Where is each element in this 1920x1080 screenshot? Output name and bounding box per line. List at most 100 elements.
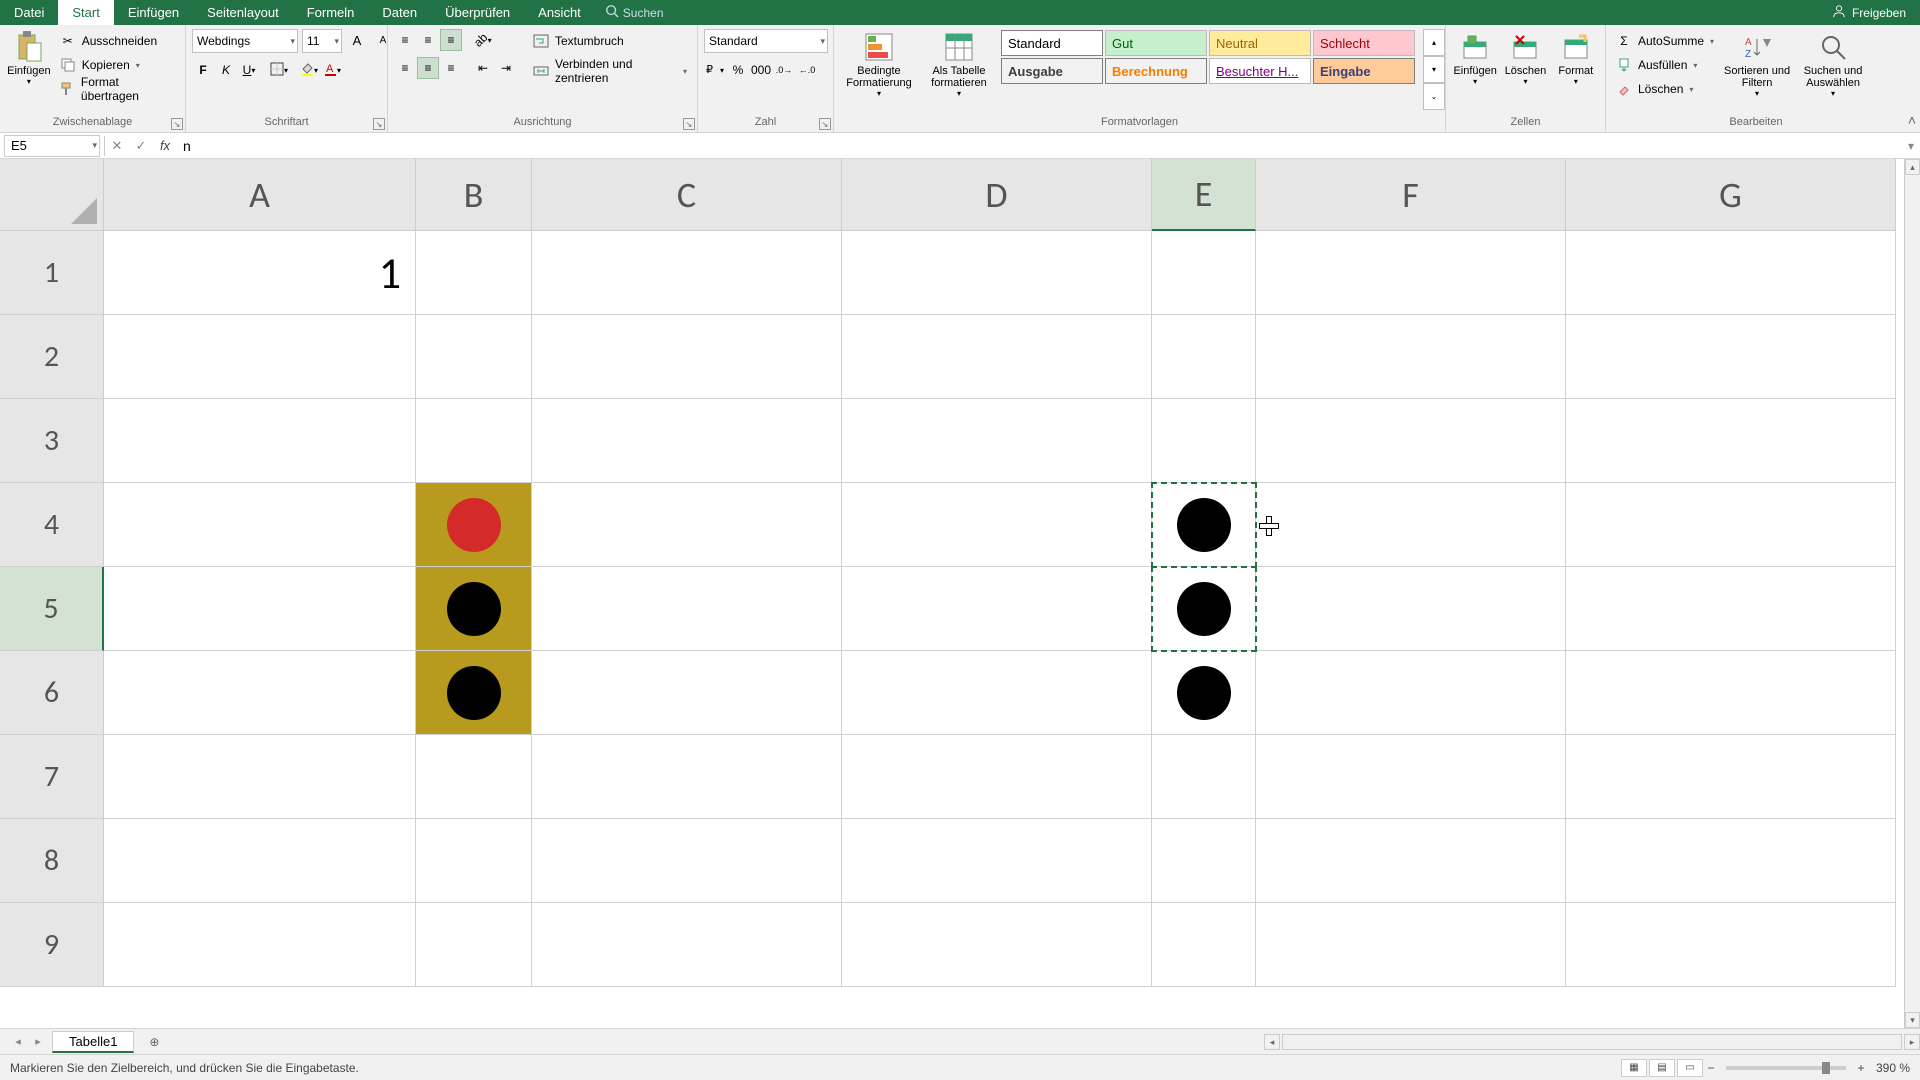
cell-E5[interactable] [1152, 567, 1256, 651]
font-name-combo[interactable]: Webdings▾ [192, 29, 298, 53]
cell-B1[interactable] [416, 231, 532, 315]
cell-C2[interactable] [532, 315, 842, 399]
style-neutral[interactable]: Neutral [1209, 30, 1311, 56]
cell-A6[interactable] [104, 651, 416, 735]
row-header-1[interactable]: 1 [0, 231, 104, 315]
share-button[interactable]: Freigeben [1818, 0, 1920, 25]
cell-E4[interactable] [1152, 483, 1256, 567]
cell-B5[interactable] [416, 567, 532, 651]
column-header-C[interactable]: C [532, 159, 842, 231]
cell-A1[interactable]: 1 [104, 231, 416, 315]
row-header-2[interactable]: 2 [0, 315, 104, 399]
number-launcher[interactable]: ↘ [819, 118, 831, 130]
cell-A2[interactable] [104, 315, 416, 399]
clipboard-launcher[interactable]: ↘ [171, 118, 183, 130]
cell-E6[interactable] [1152, 651, 1256, 735]
cell-D6[interactable] [842, 651, 1152, 735]
tab-einfuegen[interactable]: Einfügen [114, 0, 193, 25]
style-eingabe[interactable]: Eingabe [1313, 58, 1415, 84]
number-format-combo[interactable]: Standard▾ [704, 29, 828, 53]
cell-F4[interactable] [1256, 483, 1566, 567]
accounting-format-button[interactable]: ₽▾ [704, 59, 726, 81]
scroll-up-button[interactable]: ▴ [1905, 159, 1920, 175]
format-painter-button[interactable]: Format übertragen [56, 77, 179, 101]
select-all-button[interactable] [0, 159, 104, 231]
cells-area[interactable]: 1 [104, 231, 1896, 987]
cell-A4[interactable] [104, 483, 416, 567]
fill-color-button[interactable]: ▾ [298, 59, 320, 81]
tab-daten[interactable]: Daten [368, 0, 431, 25]
cell-E1[interactable] [1152, 231, 1256, 315]
increase-font-button[interactable]: A [346, 29, 368, 51]
view-page-break-button[interactable]: ▭ [1677, 1059, 1703, 1077]
cell-styles-gallery[interactable]: Standard Gut Neutral Schlecht Ausgabe Be… [1000, 29, 1419, 85]
cell-C6[interactable] [532, 651, 842, 735]
cell-G5[interactable] [1566, 567, 1896, 651]
cell-E2[interactable] [1152, 315, 1256, 399]
cell-D5[interactable] [842, 567, 1152, 651]
cell-B4[interactable] [416, 483, 532, 567]
alignment-launcher[interactable]: ↘ [683, 118, 695, 130]
cut-button[interactable]: ✂ Ausschneiden [56, 29, 179, 53]
scroll-down-button[interactable]: ▾ [1905, 1012, 1920, 1028]
gallery-up-button[interactable]: ▴ [1423, 29, 1445, 56]
zoom-slider[interactable] [1726, 1066, 1846, 1070]
decrease-decimal-button[interactable]: ←.0 [796, 59, 818, 81]
row-header-4[interactable]: 4 [0, 483, 104, 567]
column-header-E[interactable]: E [1152, 159, 1256, 231]
cell-B8[interactable] [416, 819, 532, 903]
merge-center-button[interactable]: Verbinden und zentrieren ▾ [529, 59, 691, 83]
column-header-F[interactable]: F [1256, 159, 1566, 231]
sheet-tab-active[interactable]: Tabelle1 [52, 1031, 134, 1053]
cell-D7[interactable] [842, 735, 1152, 819]
italic-button[interactable]: K [215, 59, 237, 81]
tab-seitenlayout[interactable]: Seitenlayout [193, 0, 293, 25]
cell-F9[interactable] [1256, 903, 1566, 987]
vertical-scrollbar[interactable]: ▴ ▾ [1904, 159, 1920, 1028]
tell-me-search[interactable]: Suchen [595, 0, 674, 25]
cell-C4[interactable] [532, 483, 842, 567]
cell-A9[interactable] [104, 903, 416, 987]
comma-format-button[interactable]: 000 [750, 59, 772, 81]
cell-G6[interactable] [1566, 651, 1896, 735]
gallery-more-button[interactable]: ⌄ [1423, 83, 1445, 110]
cell-D3[interactable] [842, 399, 1152, 483]
cell-E9[interactable] [1152, 903, 1256, 987]
enter-formula-button[interactable]: ✓ [129, 135, 153, 157]
zoom-value[interactable]: 390 % [1876, 1061, 1910, 1075]
conditional-formatting-button[interactable]: Bedingte Formatierung▾ [840, 29, 918, 109]
cell-F6[interactable] [1256, 651, 1566, 735]
spreadsheet-grid[interactable]: ABCDEFG 123456789 1 ▴ ▾ [0, 159, 1920, 1028]
cell-C5[interactable] [532, 567, 842, 651]
expand-formula-bar-button[interactable]: ▾ [1902, 139, 1920, 153]
zoom-thumb[interactable] [1822, 1062, 1830, 1074]
decrease-indent-button[interactable]: ⇤ [472, 57, 494, 79]
zoom-out-button[interactable]: − [1704, 1061, 1718, 1075]
tab-ueberpruefen[interactable]: Überprüfen [431, 0, 524, 25]
cell-G4[interactable] [1566, 483, 1896, 567]
cell-D9[interactable] [842, 903, 1152, 987]
style-besuchter[interactable]: Besuchter H... [1209, 58, 1311, 84]
cell-G7[interactable] [1566, 735, 1896, 819]
row-header-6[interactable]: 6 [0, 651, 104, 735]
align-center-button[interactable]: ≡ [417, 57, 439, 79]
cell-E7[interactable] [1152, 735, 1256, 819]
row-header-3[interactable]: 3 [0, 399, 104, 483]
cell-D1[interactable] [842, 231, 1152, 315]
cell-D2[interactable] [842, 315, 1152, 399]
borders-button[interactable]: ▾ [268, 59, 290, 81]
font-size-combo[interactable]: 11▾ [302, 29, 342, 53]
formula-input[interactable] [177, 135, 1902, 157]
cell-B9[interactable] [416, 903, 532, 987]
cell-F7[interactable] [1256, 735, 1566, 819]
cell-F2[interactable] [1256, 315, 1566, 399]
wrap-text-button[interactable]: Textumbruch [529, 29, 691, 53]
sheet-next-button[interactable]: ▸ [28, 1035, 48, 1048]
cell-G9[interactable] [1566, 903, 1896, 987]
font-launcher[interactable]: ↘ [373, 118, 385, 130]
format-as-table-button[interactable]: Als Tabelle formatieren▾ [922, 29, 996, 109]
cell-F1[interactable] [1256, 231, 1566, 315]
row-header-9[interactable]: 9 [0, 903, 104, 987]
hscroll-right-button[interactable]: ▸ [1904, 1034, 1920, 1050]
column-header-D[interactable]: D [842, 159, 1152, 231]
